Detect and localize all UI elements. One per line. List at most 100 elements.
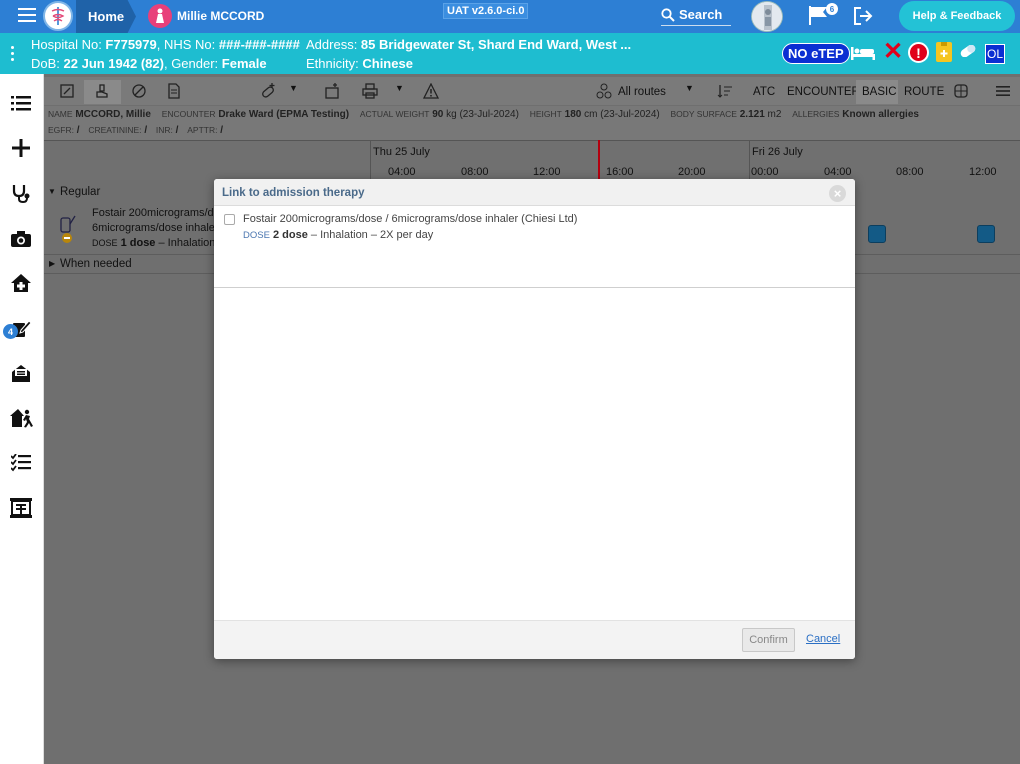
encounter-label: ENCOUNTER — [161, 109, 216, 119]
timeline-hour: 20:00 — [678, 166, 706, 178]
add-medication-icon[interactable] — [260, 83, 276, 99]
therapy-dose-label: DOSE — [243, 230, 270, 241]
grid-settings-icon[interactable] — [953, 83, 969, 99]
collapse-caret-icon[interactable]: ▼ — [48, 187, 56, 196]
camera-icon[interactable] — [8, 225, 34, 251]
dialog-divider — [214, 287, 855, 288]
confirm-button[interactable]: Confirm — [742, 628, 795, 652]
dob-value: 22 Jun 1942 (82) — [63, 56, 164, 71]
inr-value: / — [175, 125, 179, 136]
app-logo[interactable] — [43, 1, 73, 31]
ethnicity-label: Ethnicity: — [306, 56, 363, 71]
scheduled-dose-marker[interactable] — [868, 225, 886, 243]
add-template-icon[interactable] — [324, 83, 340, 99]
warning-icon[interactable] — [423, 83, 439, 99]
discharge-icon[interactable] — [8, 405, 34, 431]
inbox-icon[interactable] — [8, 360, 34, 386]
view-atc-tab[interactable]: ATC — [753, 86, 775, 98]
weight-date: (23-Jul-2024) — [459, 109, 519, 120]
more-options-icon[interactable] — [11, 46, 15, 64]
when-needed-section-label: When needed — [60, 258, 132, 270]
view-route-tab[interactable]: ROUTE — [904, 86, 944, 98]
timeline-day-1: Thu 25 July — [373, 146, 430, 158]
gender-value: Female — [221, 56, 267, 71]
timeline-hour: 04:00 — [388, 166, 416, 178]
therapy-name[interactable]: Fostair 200micrograms/dose / 6micrograms… — [243, 213, 577, 225]
view-basic-tab[interactable]: BASIC — [862, 86, 897, 98]
sort-icon[interactable] — [717, 83, 733, 99]
expand-caret-icon[interactable]: ▶ — [49, 259, 55, 268]
egfr-value: / — [76, 125, 80, 136]
breadcrumb-patient[interactable]: Millie MCCORD — [177, 9, 264, 23]
alert-icon[interactable]: ! — [908, 42, 929, 63]
search-label: Search — [679, 7, 723, 22]
logout-icon[interactable] — [852, 6, 874, 26]
routes-select[interactable]: All routes — [618, 86, 666, 98]
encounter-value: Drake Ward (EPMA Testing) — [218, 109, 350, 120]
clipboard-icon[interactable] — [936, 42, 952, 62]
gender-label: , Gender: — [163, 56, 222, 71]
hospital-nhs-line: Hospital No: F775979, NHS No: ###-###-##… — [31, 37, 300, 52]
therapy-dose-details: – Inhalation – 2X per day — [310, 229, 434, 241]
address-line: Address: 85 Bridgewater St, Shard End Wa… — [306, 37, 631, 52]
dose-value: 1 dose — [120, 237, 156, 249]
routes-dropdown-caret[interactable]: ▼ — [685, 83, 694, 93]
help-feedback-button[interactable]: Help & Feedback — [899, 1, 1015, 31]
administer-icon[interactable] — [94, 83, 110, 99]
print-icon[interactable] — [362, 83, 378, 99]
breadcrumb-home[interactable]: Home — [76, 0, 136, 33]
bsa-unit: m2 — [767, 109, 782, 120]
therapy-dose: DOSE 2 dose – Inhalation – 2X per day — [243, 229, 433, 241]
list-icon[interactable] — [8, 90, 34, 116]
allergies-value[interactable]: Known allergies — [842, 109, 919, 120]
add-medication-dropdown-caret[interactable]: ▼ — [289, 83, 298, 93]
top-navigation-bar: Home Millie MCCORD UAT v2.6.0-ci.0 Searc… — [0, 0, 1020, 33]
search-button[interactable]: Search — [661, 4, 731, 26]
timeline-hour: 08:00 — [461, 166, 489, 178]
print-dropdown-caret[interactable]: ▼ — [395, 83, 404, 93]
environment-version-badge: UAT v2.6.0-ci.0 — [443, 3, 529, 19]
prescribe-icon[interactable] — [59, 83, 75, 99]
timeline-header: Thu 25 July Fri 26 July 04:00 08:00 12:0… — [44, 140, 1020, 181]
view-encounter-tab[interactable]: ENCOUNTER — [787, 86, 860, 98]
document-icon[interactable] — [166, 83, 182, 99]
dose-label: DOSE — [92, 238, 118, 248]
stethoscope-icon[interactable] — [8, 180, 34, 206]
close-dialog-icon[interactable]: × — [829, 185, 846, 202]
search-icon — [661, 7, 675, 22]
home-care-icon[interactable] — [8, 270, 34, 296]
ol-badge[interactable]: OL — [985, 44, 1005, 64]
admission-therapy-option[interactable]: Fostair 200micrograms/dose / 6micrograms… — [224, 212, 844, 252]
patient-info-line2: EGFR: / CREATININE: / INR: / APTTR: / — [48, 125, 223, 136]
ward-view-icon[interactable] — [8, 495, 34, 521]
close-x-icon[interactable]: ✕ — [883, 40, 903, 64]
chart-toolbar: ▼ ▼ All routes ▼ ATC ENCOUNTER BASIC ROU… — [44, 77, 1020, 105]
no-etep-badge[interactable]: NO eTEP — [782, 43, 850, 64]
medication-name-line1: Fostair 200micrograms/d — [92, 207, 214, 219]
hospital-label: Hospital No: — [31, 37, 106, 52]
menu-icon[interactable] — [18, 8, 36, 22]
cancel-link[interactable]: Cancel — [806, 633, 840, 645]
pill-icon[interactable] — [958, 45, 978, 57]
height-unit: cm — [584, 109, 598, 120]
tasks-count-badge: 4 — [3, 324, 18, 339]
scheduled-dose-marker[interactable] — [977, 225, 995, 243]
patient-info-line1: NAME MCCORD, Millie ENCOUNTER Drake Ward… — [48, 109, 919, 120]
discontinue-icon[interactable] — [131, 83, 147, 99]
creatinine-value: / — [144, 125, 148, 136]
hamburger-menu-icon[interactable] — [995, 83, 1011, 99]
nhs-label: , NHS No: — [156, 37, 219, 52]
bed-icon[interactable] — [850, 45, 876, 61]
checklist-icon[interactable] — [8, 450, 34, 476]
timeline-hour: 00:00 — [751, 166, 779, 178]
caduceus-icon — [51, 7, 65, 25]
patient-banner: Hospital No: F775979, NHS No: ###-###-##… — [0, 33, 1020, 74]
add-icon[interactable] — [8, 135, 34, 161]
inhaler-icon — [60, 215, 76, 243]
therapy-checkbox[interactable] — [224, 214, 235, 225]
user-avatar[interactable] — [751, 1, 783, 32]
routes-icon — [596, 83, 612, 99]
creatinine-label: CREATININE: — [88, 125, 142, 135]
weight-label: ACTUAL WEIGHT — [359, 109, 430, 119]
regular-section-label: Regular — [60, 186, 101, 198]
